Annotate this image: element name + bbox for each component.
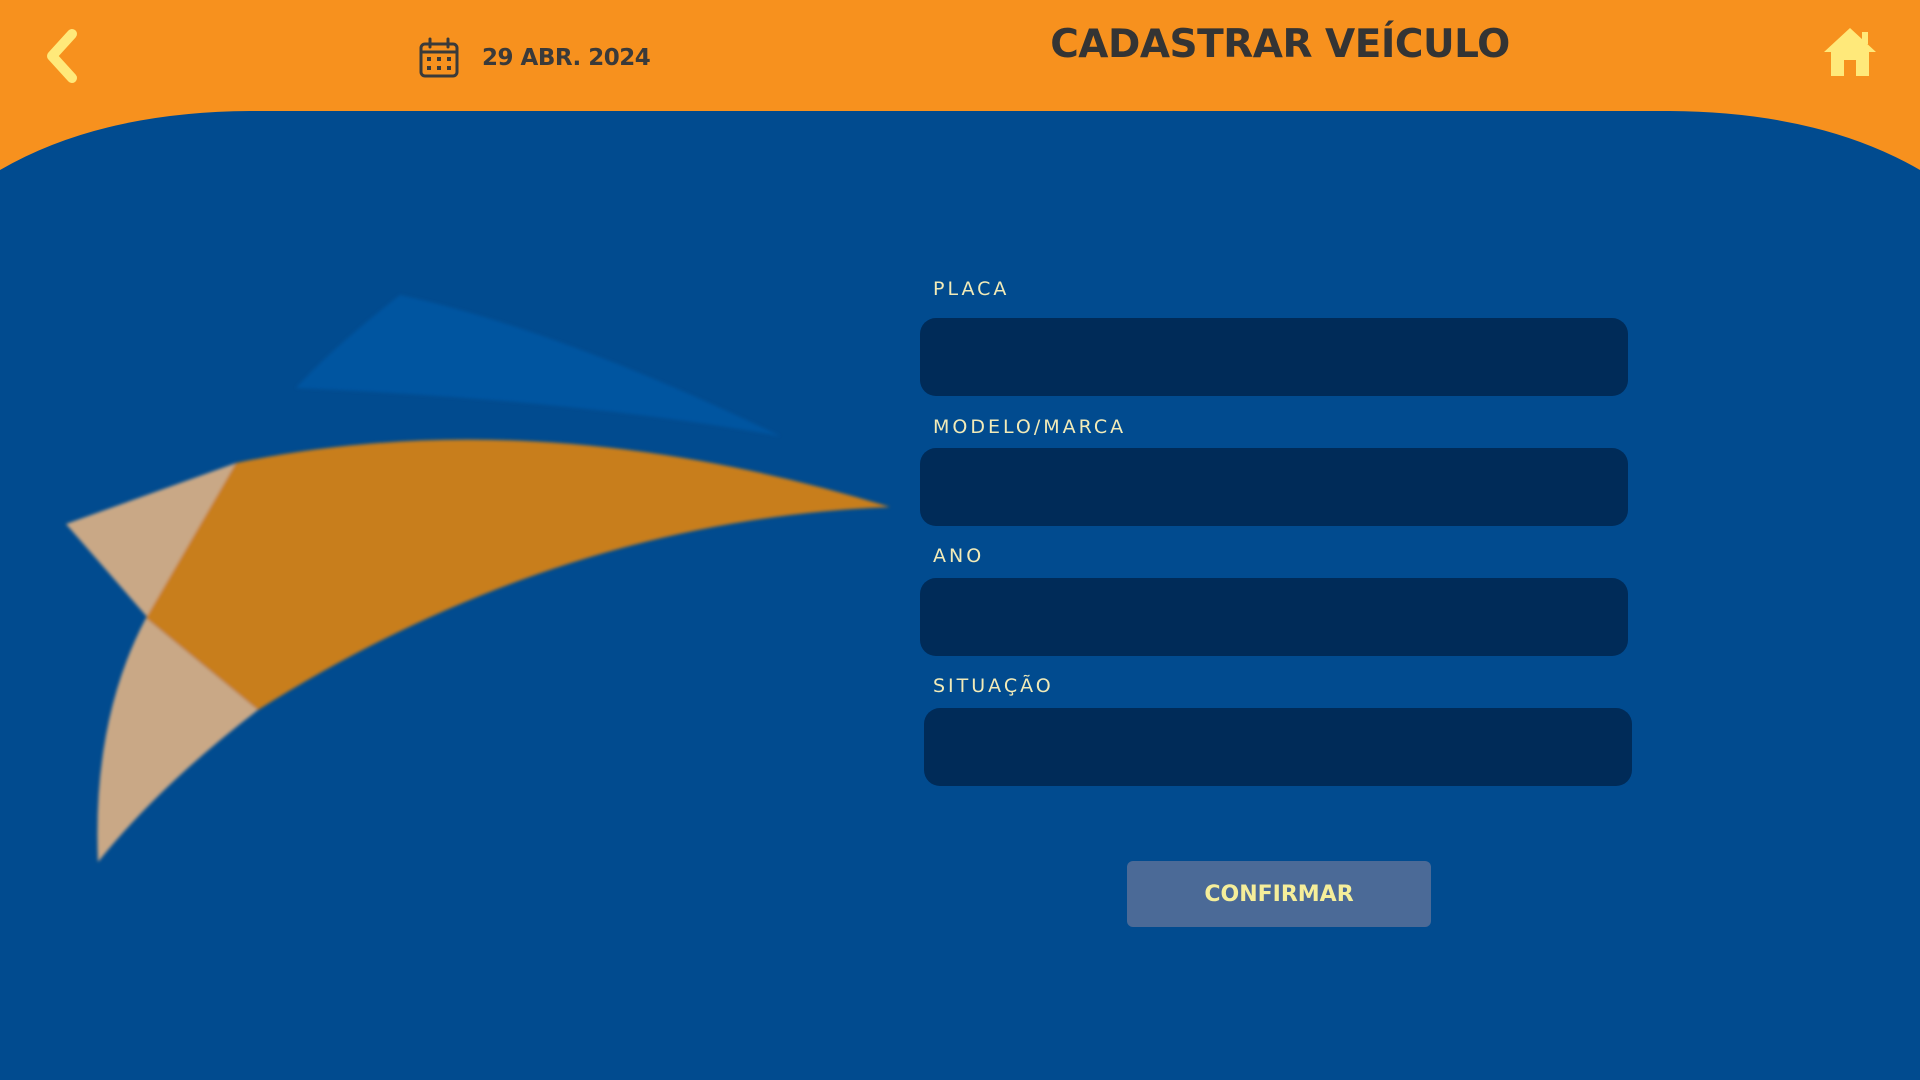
brand-logo [66,295,890,862]
situacao-label: SITUAÇÃO [933,675,1054,697]
modelo-marca-label: MODELO/MARCA [933,416,1127,438]
chevron-left-icon [47,29,77,83]
page-title: CADASTRAR VEÍCULO [1050,22,1510,67]
modelo-marca-input[interactable] [920,448,1628,526]
page: 29 ABR. 2024 CADASTRAR VEÍCULO PLACA MOD… [0,0,1920,1080]
ano-label: ANO [933,545,985,567]
header-bar [0,0,1920,170]
placa-input[interactable] [920,318,1628,396]
placa-label: PLACA [933,278,1010,300]
situacao-input[interactable] [924,708,1632,786]
date-display: 29 ABR. 2024 [418,36,651,80]
ano-input[interactable] [920,578,1628,656]
confirm-button[interactable]: CONFIRMAR [1127,861,1431,927]
back-button[interactable] [38,26,92,86]
home-button[interactable] [1822,26,1878,80]
home-icon [1824,28,1876,76]
calendar-icon [419,37,459,78]
date-text: 29 ABR. 2024 [482,45,651,71]
